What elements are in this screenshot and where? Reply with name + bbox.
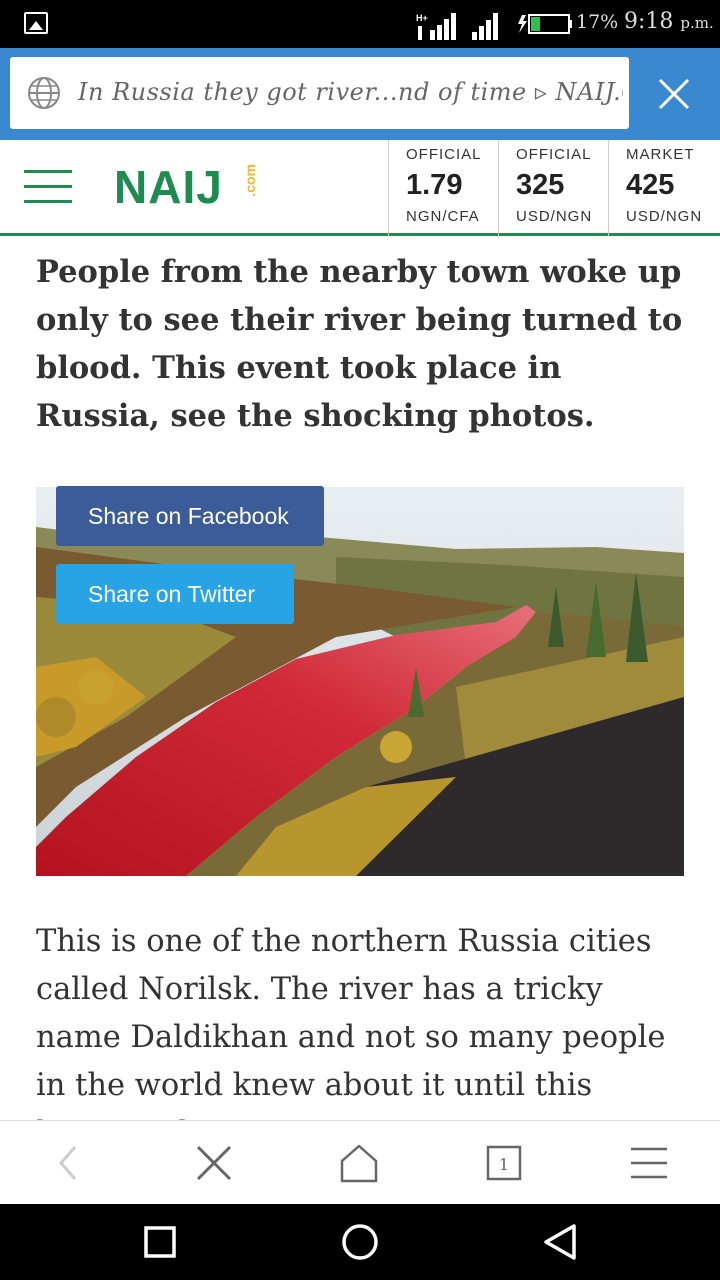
menu-icon[interactable] [625,1139,673,1187]
globe-icon [28,77,60,109]
cell-signal-hplus-icon: H+ [416,13,456,40]
share-facebook-button[interactable]: Share on Facebook [56,486,324,546]
rate-value: 1.79 [406,169,463,201]
close-icon[interactable] [190,1139,238,1187]
logo-text: NAIJ [114,161,223,213]
rate-market-usd-ngn: MARKET 425 USD/NGN [608,140,720,236]
site-logo[interactable]: NAIJ .com [114,160,264,220]
gallery-notification-icon [24,12,48,34]
system-navigation-bar [0,1204,720,1280]
battery-icon [518,14,572,34]
tabs-icon[interactable]: 1 [480,1139,528,1187]
rate-official-ngn-cfa: OFFICIAL 1.79 NGN/CFA [388,140,498,236]
clock-time: 9:18 [624,9,674,34]
back-triangle-icon[interactable] [540,1222,580,1262]
network-type-label: H+ [416,13,428,23]
share-twitter-button[interactable]: Share on Twitter [56,564,294,624]
exchange-rates: OFFICIAL 1.79 NGN/CFA OFFICIAL 325 USD/N… [388,140,720,236]
rate-pair: USD/NGN [516,208,593,225]
article-headline: People from the nearby town woke up only… [36,254,683,434]
rate-pair: NGN/CFA [406,208,480,225]
home-circle-icon[interactable] [340,1222,380,1262]
rate-value: 325 [516,169,565,201]
tab-count: 1 [499,1155,509,1174]
browser-address-area: In Russia they got river...nd of time ▹ … [0,48,720,140]
home-icon[interactable] [335,1139,383,1187]
clock: 9:18 p.m. [624,9,714,34]
rate-official-usd-ngn: OFFICIAL 325 USD/NGN [498,140,608,236]
browser-toolbar: 1 [0,1120,720,1204]
logo-suffix: .com [242,164,258,197]
recent-apps-icon[interactable] [140,1222,180,1262]
battery-percent: 17% [576,11,619,33]
url-text: In Russia they got river...nd of time ▹ … [78,78,623,106]
site-header: NAIJ .com OFFICIAL 1.79 NGN/CFA OFFICIAL… [0,140,720,236]
clock-suffix: p.m. [680,14,714,32]
address-bar[interactable]: In Russia they got river...nd of time ▹ … [10,57,629,129]
rate-kind: OFFICIAL [406,146,482,163]
hamburger-menu-icon[interactable] [24,170,72,204]
status-bar: H+ 17% 9:18 p.m. [0,0,720,48]
back-icon[interactable] [45,1139,93,1187]
rate-kind: MARKET [626,146,695,163]
cell-signal-icon [472,13,498,40]
rate-value: 425 [626,169,675,201]
rate-kind: OFFICIAL [516,146,592,163]
close-icon[interactable] [648,72,700,116]
rate-pair: USD/NGN [626,208,703,225]
